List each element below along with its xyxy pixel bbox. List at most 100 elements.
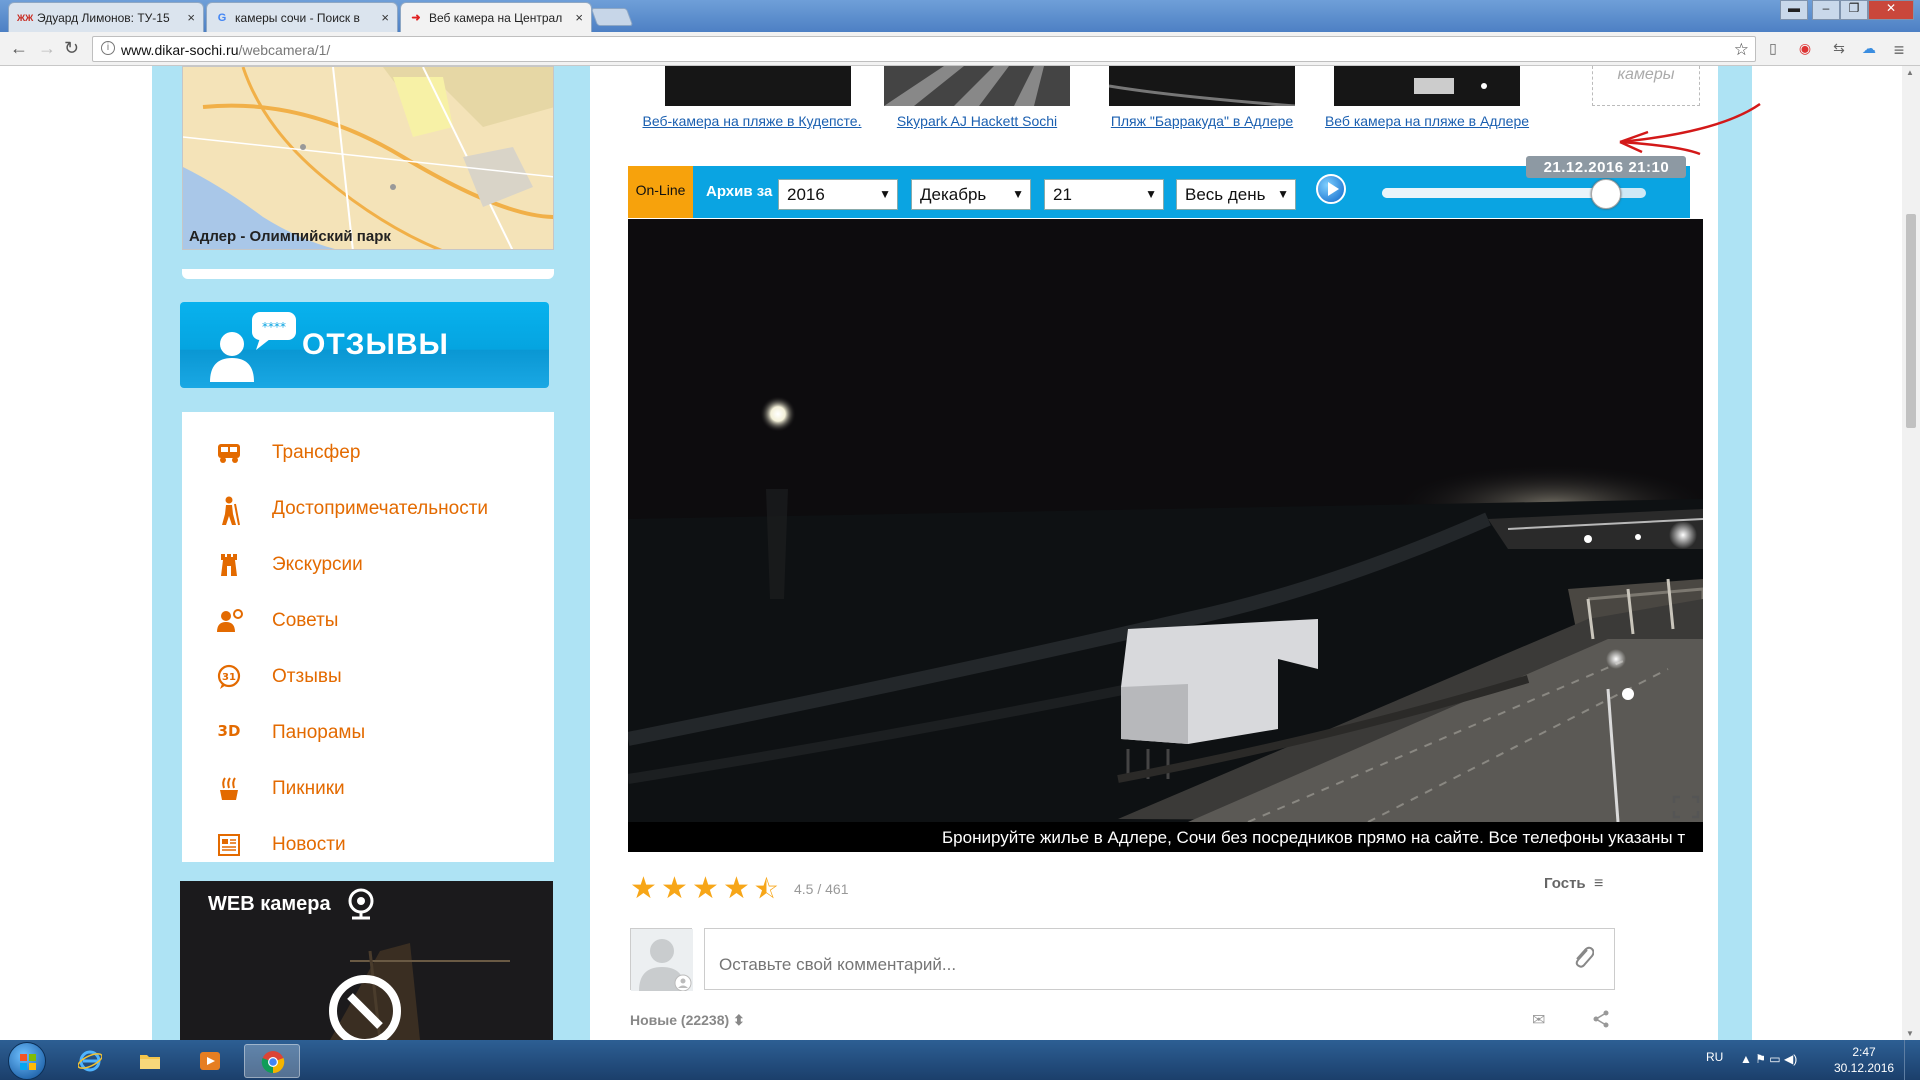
sidebar-item-excursions[interactable]: Экскурсии — [182, 544, 554, 584]
taskbar-chrome[interactable] — [244, 1044, 300, 1078]
more-cameras-link[interactable]: камеры — [1592, 66, 1700, 106]
clock-time: 2:47 — [1852, 1045, 1876, 1059]
sidebar-menu: Трансфер Достопримечательности Экскурсии… — [182, 412, 554, 862]
camera-thumbnail[interactable] — [665, 66, 851, 106]
extension-opera-icon[interactable]: ◉ — [1796, 40, 1814, 58]
hiker-icon — [216, 496, 242, 526]
day-select[interactable]: 21 ▼ — [1044, 179, 1164, 210]
extension-cloud-icon[interactable]: ☁ — [1860, 40, 1878, 58]
page-viewport: Адлер - Олимпийский парк **** ОТЗЫВЫ Тра… — [0, 66, 1902, 1040]
page-scrollbar[interactable]: ▲ ▼ — [1902, 66, 1920, 1040]
new-tab-button[interactable] — [590, 8, 634, 26]
taskbar-explorer[interactable] — [122, 1044, 178, 1078]
tab-close-icon[interactable]: × — [187, 10, 195, 25]
play-button[interactable] — [1316, 174, 1346, 204]
sidebar-item-panoramas[interactable]: 3D Панорамы — [182, 712, 554, 752]
sidebar-item-label: Панорамы — [272, 722, 366, 743]
tab-google-search[interactable]: G камеры сочи - Поиск в × — [206, 2, 398, 32]
windows-taskbar: RU ▲ ⚑ ▭ ◀) 2:47 30.12.2016 — [0, 1040, 1920, 1080]
scroll-down-icon[interactable]: ▼ — [1906, 1029, 1914, 1038]
rating-stars[interactable]: ★ ★ ★ ★ ⯪ — [630, 874, 785, 905]
star-icon[interactable]: ★ — [723, 874, 754, 904]
comment-input[interactable] — [704, 928, 1615, 990]
guest-user-label[interactable]: Гость — [1544, 875, 1586, 892]
camera-link-adler-beach[interactable]: Веб камера на пляже в Адлере — [1317, 112, 1537, 131]
url-bar[interactable]: i www.dikar-sochi.ru/webcamera/1/ ☆ — [92, 36, 1756, 62]
sidebar-item-advice[interactable]: Советы — [182, 600, 554, 640]
forward-arrow-icon[interactable]: → — [38, 38, 56, 59]
start-button[interactable] — [8, 1042, 46, 1080]
reload-icon[interactable]: ↻ — [64, 38, 79, 59]
minimize-icon[interactable]: – — [1812, 0, 1840, 20]
play-icon — [1328, 182, 1339, 196]
webcam-widget[interactable]: WEB камера — [180, 881, 553, 1040]
year-select[interactable]: 2016 ▼ — [778, 179, 898, 210]
time-slider-handle[interactable] — [1591, 179, 1622, 209]
month-value: Декабрь — [920, 185, 987, 204]
folder-icon — [140, 1055, 160, 1069]
star-icon[interactable]: ★ — [661, 874, 692, 904]
reviews-banner[interactable]: **** ОТЗЫВЫ — [180, 302, 549, 388]
tab-title: камеры сочи - Поиск в — [235, 11, 360, 25]
sidebar-item-picnics[interactable]: Пикники — [182, 768, 554, 808]
review-bubble-icon: 31 — [216, 664, 242, 690]
taskbar-ie[interactable] — [62, 1044, 118, 1078]
email-subscribe-icon[interactable]: ✉ — [1532, 1010, 1545, 1030]
tab-close-icon[interactable]: × — [381, 10, 389, 25]
map-widget[interactable]: Адлер - Олимпийский парк — [182, 66, 554, 250]
clock-date: 30.12.2016 — [1834, 1061, 1895, 1075]
sidebar-item-label: Советы — [272, 610, 339, 631]
chrome-menu-icon[interactable]: ≡ — [1890, 40, 1908, 60]
restore-icon[interactable]: ❐ — [1840, 0, 1868, 20]
camera-link-barracuda[interactable]: Пляж "Барракуда" в Адлере — [1092, 112, 1312, 131]
user-menu-icon[interactable]: ≡ — [1594, 875, 1603, 893]
scroll-up-icon[interactable]: ▲ — [1906, 68, 1914, 77]
half-star-icon[interactable]: ⯪ — [754, 874, 785, 904]
online-button[interactable]: On-Line — [628, 166, 693, 218]
fullscreen-icon[interactable] — [1672, 795, 1700, 819]
star-icon[interactable]: ★ — [630, 874, 661, 904]
system-tray-icons[interactable]: ▲ ⚑ ▭ ◀) — [1740, 1052, 1797, 1066]
webcam-video[interactable] — [628, 219, 1703, 822]
show-desktop-button[interactable] — [1904, 1040, 1920, 1080]
extension-page-icon[interactable]: ▯ — [1764, 40, 1782, 58]
star-icon[interactable]: ★ — [692, 874, 723, 904]
tab-close-icon[interactable]: × — [575, 10, 583, 25]
tab-webcam-active[interactable]: ➜ Веб камера на Централ × — [400, 2, 592, 32]
camera-thumbnail[interactable] — [1108, 66, 1296, 108]
taskbar-media-player[interactable] — [182, 1044, 238, 1078]
tab-title: Эдуард Лимонов: ТУ-15 — [37, 11, 170, 25]
page-info-icon[interactable]: i — [101, 41, 115, 55]
sidebar-item-sights[interactable]: Достопримечательности — [182, 488, 554, 528]
camera-link-kudepsta[interactable]: Веб-камера на пляже в Кудепсте. — [642, 112, 862, 131]
camera-thumbnail[interactable] — [884, 66, 1070, 106]
taskbar-clock[interactable]: 2:47 30.12.2016 — [1834, 1044, 1894, 1076]
dropdown-caret-icon: ▼ — [1277, 187, 1289, 201]
sidebar-item-label: Новости — [272, 834, 346, 855]
language-indicator[interactable]: RU — [1706, 1050, 1723, 1064]
close-window-icon[interactable]: ✕ — [1868, 0, 1914, 20]
attachment-clip-icon[interactable] — [1572, 944, 1594, 970]
bookmark-star-icon[interactable]: ☆ — [1734, 40, 1749, 60]
month-select[interactable]: Декабрь ▼ — [911, 179, 1031, 210]
extension-translate-icon[interactable]: ⇆ — [1830, 40, 1848, 58]
sidebar-item-news[interactable]: Новости — [182, 824, 554, 864]
scrollbar-thumb[interactable] — [1906, 214, 1916, 428]
sidebar-item-label: Отзывы — [272, 666, 342, 687]
sort-comments-toggle[interactable]: Новые (22238) ⬍ — [630, 1012, 745, 1029]
camera-thumbnail[interactable] — [1334, 66, 1520, 106]
back-arrow-icon[interactable]: ← — [10, 38, 28, 59]
bus-icon — [216, 440, 242, 466]
tab-eduard-limonov[interactable]: ЖЖ Эдуард Лимонов: ТУ-15 × — [8, 2, 204, 32]
browser-tab-bar: ЖЖ Эдуард Лимонов: ТУ-15 × G камеры сочи… — [0, 0, 1920, 32]
camera-link-skypark[interactable]: Skypark AJ Hackett Sochi — [867, 112, 1087, 131]
sidebar-item-reviews[interactable]: 31 Отзывы — [182, 656, 554, 696]
share-icon[interactable] — [1592, 1010, 1610, 1028]
period-select[interactable]: Весь день ▼ — [1176, 179, 1296, 210]
url-host: www.dikar-sochi.ru — [121, 42, 239, 58]
user-profile-icon[interactable]: ▬ — [1780, 0, 1808, 20]
reviews-person-icon: **** — [210, 312, 296, 382]
sidebar-item-transfer[interactable]: Трансфер — [182, 432, 554, 472]
windows-logo-icon — [20, 1054, 36, 1070]
media-player-icon — [200, 1052, 220, 1070]
